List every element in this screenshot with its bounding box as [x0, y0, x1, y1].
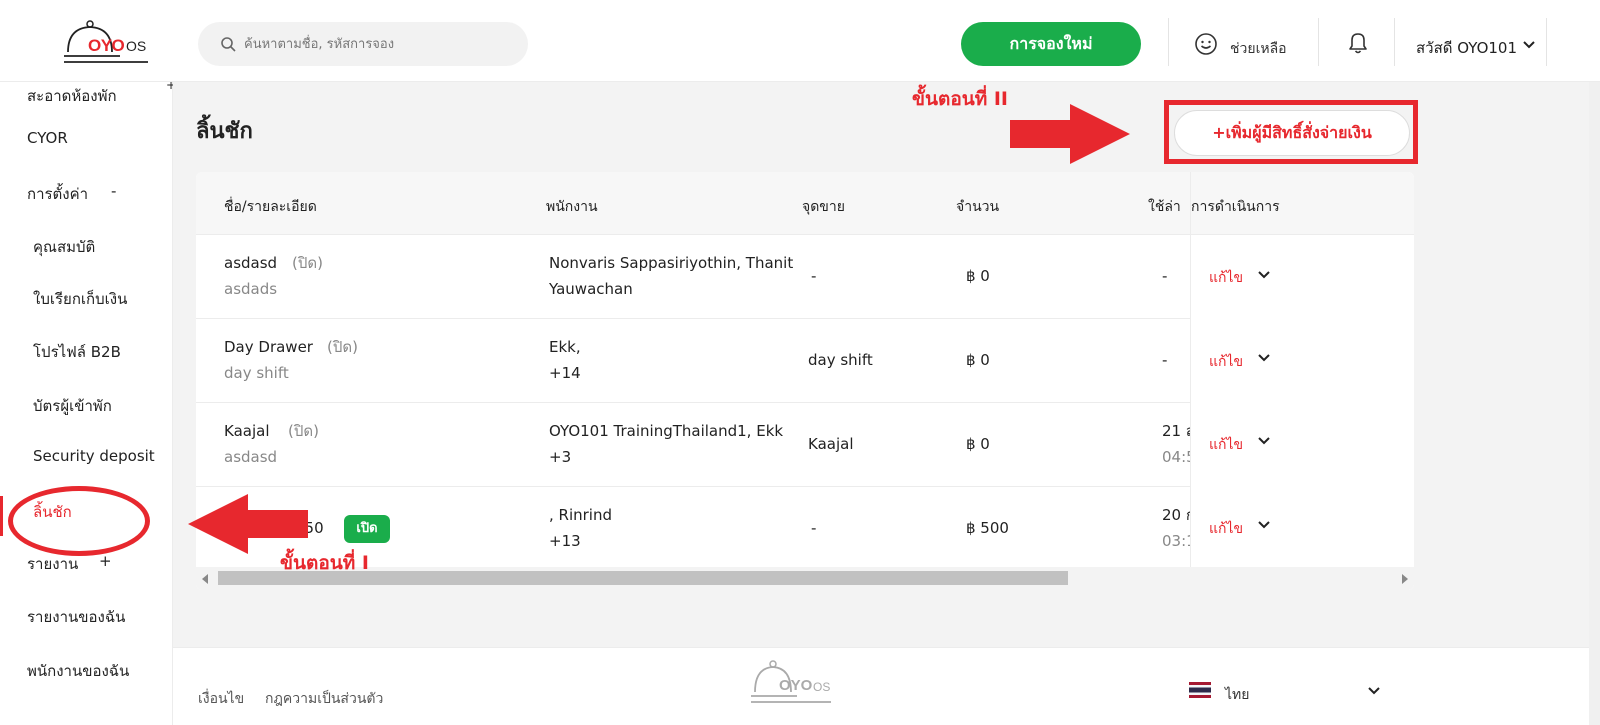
drawer-detail: asdasd — [224, 448, 278, 466]
sidebar-item-guest-card[interactable]: บัตรผู้เข้าพัก — [33, 394, 112, 418]
sidebar-item-invoices[interactable]: ใบเรียกเก็บเงิน — [33, 287, 127, 311]
drawer-status: (ปิด) — [327, 338, 358, 356]
drawer-name: Day Drawer — [224, 338, 313, 356]
svg-text:OS: OS — [813, 680, 830, 694]
amount-value: ฿ 0 — [966, 267, 990, 285]
edit-link[interactable]: แก้ไข — [1209, 267, 1243, 289]
pos-value: day shift — [808, 351, 873, 369]
drawer-detail: day shift — [224, 364, 289, 382]
horizontal-scrollbar[interactable] — [196, 567, 1414, 590]
annotation-arrow-right-icon — [1010, 104, 1130, 164]
chevron-down-icon[interactable] — [1257, 270, 1271, 280]
action-column: การดำเนินการ แก้ไข แก้ไข แก้ไข แก้ไข — [1190, 172, 1414, 590]
sidebar-item-room-cleaning[interactable]: สะอาดห้องพัก — [27, 84, 117, 108]
staff-names: Nonvaris Sappasiriyothin, Thanit — [549, 254, 794, 272]
drawer-name: asdasd — [224, 254, 278, 272]
drawer-status: (ปิด) — [288, 422, 319, 440]
edit-link[interactable]: แก้ไข — [1209, 351, 1243, 373]
last-used-value: - — [1162, 267, 1168, 285]
staff-names: , Rinrind — [549, 506, 612, 524]
annotation-highlight-box — [1164, 100, 1418, 164]
user-greeting[interactable]: สวัสดี OYO101 — [1416, 36, 1517, 60]
search-bar[interactable] — [198, 22, 528, 66]
column-header-staff: พนักงาน — [546, 199, 598, 215]
amount-value: ฿ 0 — [966, 435, 990, 453]
sidebar: สะอาดห้องพัก + CYOR การตั้งค่า - คุณสมบั… — [0, 78, 176, 725]
staff-more: +14 — [549, 364, 581, 382]
new-booking-button[interactable]: การจองใหม่ — [961, 22, 1141, 66]
sidebar-item-properties[interactable]: คุณสมบัติ — [33, 235, 95, 259]
sidebar-item-label: สะอาดห้องพัก — [27, 87, 117, 105]
language-selector[interactable]: ไทย — [1225, 684, 1249, 706]
annotation-step-2: ขั้นตอนที่ II — [912, 88, 1008, 110]
page-title: ลิ้นชัก — [196, 119, 253, 144]
sidebar-item-b2b-profile[interactable]: โปรไฟล์ B2B — [33, 340, 121, 364]
chevron-down-icon[interactable] — [1257, 436, 1271, 446]
edit-link[interactable]: แก้ไข — [1209, 434, 1243, 456]
staff-more: +13 — [549, 532, 581, 550]
drawer-name: Kaajal — [224, 422, 270, 440]
bell-icon[interactable] — [1346, 30, 1370, 56]
sidebar-item-label: รายงาน — [27, 555, 79, 573]
header-divider — [1546, 18, 1547, 66]
action-header-cell: การดำเนินการ — [1191, 172, 1414, 235]
column-header-last-used: ใช้ล่า — [1148, 199, 1181, 215]
privacy-link[interactable]: กฎความเป็นส่วนตัว — [265, 688, 383, 710]
pos-value: - — [811, 267, 817, 285]
sidebar-item-security-deposit[interactable]: Security deposit — [33, 447, 155, 465]
header-divider — [1318, 18, 1319, 66]
amount-value: ฿ 500 — [966, 519, 1009, 537]
annotation-highlight-ellipse — [8, 486, 150, 556]
header-divider — [1168, 18, 1169, 66]
amount-value: ฿ 0 — [966, 351, 990, 369]
column-header-name: ชื่อ/รายละเอียด — [224, 199, 317, 215]
sidebar-item-settings[interactable]: การตั้งค่า — [27, 182, 88, 206]
annotation-arrow-left-icon — [188, 494, 308, 554]
column-header-amount: จำนวน — [956, 199, 1000, 215]
terms-link[interactable]: เงื่อนไข — [198, 688, 244, 710]
status-badge: เปิด — [344, 515, 390, 543]
smiley-icon — [1195, 33, 1217, 55]
staff-names: Ekk, — [549, 338, 581, 356]
sidebar-item-cyor[interactable]: CYOR — [27, 129, 68, 147]
scroll-left-icon[interactable] — [202, 574, 208, 584]
help-label: ช่วยเหลือ — [1230, 41, 1287, 57]
footer: เงื่อนไข กฎความเป็นส่วนตัว OYO OS ไทย — [173, 647, 1589, 725]
staff-more: +3 — [549, 448, 572, 466]
logo-oyo-text: OYO — [88, 36, 125, 55]
search-input[interactable] — [244, 22, 514, 66]
chevron-down-icon[interactable] — [1257, 353, 1271, 363]
column-header-actions: การดำเนินการ — [1191, 199, 1280, 215]
sidebar-item-label: การตั้งค่า — [27, 185, 89, 203]
last-used-value: - — [1162, 351, 1168, 369]
search-icon — [221, 37, 236, 52]
header-divider — [1394, 18, 1395, 66]
drawer-status: (ปิด) — [292, 254, 323, 272]
footer-oyo-logo: OYO OS — [751, 660, 831, 703]
column-header-pos: จุดขาย — [802, 199, 845, 215]
svg-text:OYO: OYO — [779, 677, 813, 694]
help-link[interactable]: ช่วยเหลือ — [1194, 30, 1304, 60]
edit-link[interactable]: แก้ไข — [1209, 518, 1243, 540]
pos-value: Kaajal — [808, 435, 854, 453]
chevron-down-icon[interactable] — [1367, 686, 1381, 696]
staff-names: OYO101 TrainingThailand1, Ekk — [549, 422, 784, 440]
staff-more: Yauwachan — [549, 280, 633, 298]
logo-os-text: OS — [126, 38, 147, 54]
thai-flag-icon — [1189, 682, 1211, 698]
sidebar-item-my-staff[interactable]: พนักงานของฉัน — [27, 659, 129, 683]
chevron-down-icon[interactable] — [1257, 520, 1271, 530]
vertical-scrollbar[interactable] — [1589, 82, 1600, 725]
sidebar-active-indicator — [0, 496, 3, 536]
collapse-icon[interactable]: - — [111, 182, 116, 200]
annotation-step-1: ขั้นตอนที่ I — [280, 552, 369, 574]
top-header: OYO OS การจองใหม่ ช่วยเหลือ สวัสดี OYO10… — [0, 0, 1600, 82]
pos-value: - — [811, 519, 817, 537]
expand-icon[interactable]: + — [99, 552, 112, 570]
drawer-table: ชื่อ/รายละเอียด พนักงาน จุดขาย จำนวน ใช้… — [196, 172, 1414, 590]
sidebar-item-my-reports[interactable]: รายงานของฉัน — [27, 605, 125, 629]
drawer-detail: asdads — [224, 280, 278, 298]
scroll-right-icon[interactable] — [1402, 574, 1408, 584]
chevron-down-icon[interactable] — [1522, 40, 1536, 50]
